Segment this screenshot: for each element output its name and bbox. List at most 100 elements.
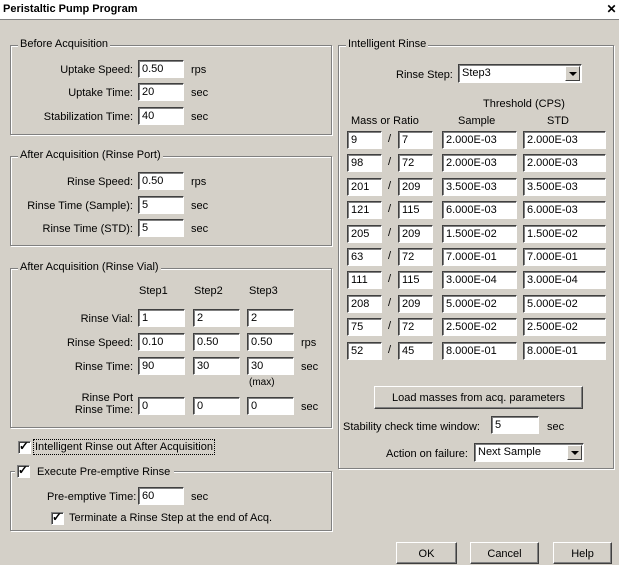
- stabilization-time-input[interactable]: 40: [138, 107, 184, 125]
- std-threshold-input[interactable]: 2.500E-02: [523, 318, 606, 336]
- sample-threshold-input[interactable]: 6.000E-03: [442, 201, 517, 219]
- sample-threshold-input[interactable]: 8.000E-01: [442, 342, 517, 360]
- mass-denominator-input[interactable]: 72: [398, 318, 433, 336]
- ratio-slash: /: [388, 180, 392, 192]
- mass-denominator-input[interactable]: 115: [398, 271, 433, 289]
- sample-threshold-input[interactable]: 3.500E-03: [442, 178, 517, 196]
- mass-denominator-input[interactable]: 72: [398, 154, 433, 172]
- mass-numerator-input[interactable]: 75: [347, 318, 382, 336]
- preemptive-time-input[interactable]: 60: [138, 487, 184, 505]
- sample-threshold-input[interactable]: 2.500E-02: [442, 318, 517, 336]
- rinse-step-value: Step3: [462, 67, 491, 79]
- mass-numerator-input[interactable]: 111: [347, 271, 382, 289]
- sample-threshold-input[interactable]: 1.500E-02: [442, 225, 517, 243]
- rinse-vial-step1-input[interactable]: 1: [138, 309, 185, 327]
- std-threshold-input[interactable]: 1.500E-02: [523, 225, 606, 243]
- vial-rinse-speed-label: Rinse Speed:: [66, 337, 133, 349]
- rinse-time-sample-input[interactable]: 5: [138, 196, 184, 214]
- step2-header: Step2: [194, 285, 223, 297]
- rinse-port-time-label-line2: Rinse Time:: [74, 404, 133, 416]
- close-icon[interactable]: ✕: [606, 2, 617, 16]
- vial-rinse-time-step3-input[interactable]: 30: [247, 357, 294, 375]
- preemptive-checkbox[interactable]: ✓: [17, 463, 30, 478]
- rinse-port-time-step3-input[interactable]: 0: [247, 397, 294, 415]
- chevron-down-icon[interactable]: [567, 445, 582, 460]
- checkmark-icon: ✓: [19, 439, 30, 453]
- vial-rinse-time-step1-input[interactable]: 90: [138, 357, 185, 375]
- mass-numerator-input[interactable]: 63: [347, 248, 382, 266]
- std-threshold-input[interactable]: 3.000E-04: [523, 271, 606, 289]
- window-title: Peristaltic Pump Program: [3, 3, 138, 15]
- stability-window-input[interactable]: 5: [491, 416, 539, 434]
- std-threshold-input[interactable]: 7.000E-01: [523, 248, 606, 266]
- mass-numerator-input[interactable]: 121: [347, 201, 382, 219]
- ratio-slash: /: [388, 156, 392, 168]
- intelligent-rinse-check-label[interactable]: Intelligent Rinse out After Acquisition: [33, 439, 215, 455]
- ratio-slash: /: [388, 203, 392, 215]
- rinse-vial-step3-input[interactable]: 2: [247, 309, 294, 327]
- preemptive-header: ✓ Execute Pre-emptive Rinse: [15, 463, 175, 479]
- vial-rinse-time-label: Rinse Time:: [74, 361, 133, 373]
- checkmark-icon: ✓: [52, 510, 63, 524]
- uptake-speed-unit: rps: [191, 64, 207, 76]
- mass-numerator-input[interactable]: 208: [347, 295, 382, 313]
- checkmark-icon: ✓: [18, 463, 29, 477]
- std-threshold-input[interactable]: 2.000E-03: [523, 154, 606, 172]
- mass-numerator-input[interactable]: 205: [347, 225, 382, 243]
- std-threshold-input[interactable]: 6.000E-03: [523, 201, 606, 219]
- std-threshold-input[interactable]: 8.000E-01: [523, 342, 606, 360]
- rinse-time-sample-label: Rinse Time (Sample):: [27, 200, 133, 212]
- ok-button[interactable]: OK: [396, 542, 457, 564]
- rinse-speed-input[interactable]: 0.50: [138, 172, 184, 190]
- std-threshold-input[interactable]: 3.500E-03: [523, 178, 606, 196]
- max-note: (max): [249, 377, 275, 388]
- mass-numerator-input[interactable]: 9: [347, 131, 382, 149]
- uptake-time-input[interactable]: 20: [138, 83, 184, 101]
- sample-header: Sample: [458, 115, 496, 127]
- vial-rinse-speed-step2-input[interactable]: 0.50: [193, 333, 240, 351]
- mass-denominator-input[interactable]: 209: [398, 178, 433, 196]
- rinse-step-select[interactable]: Step3: [458, 64, 582, 83]
- mass-numerator-input[interactable]: 52: [347, 342, 382, 360]
- vial-rinse-speed-step1-input[interactable]: 0.10: [138, 333, 185, 351]
- step1-header: Step1: [139, 285, 168, 297]
- terminate-step-checkbox[interactable]: ✓: [51, 510, 64, 525]
- preemptive-time-unit: sec: [191, 491, 209, 503]
- vial-rinse-time-step2-input[interactable]: 30: [193, 357, 240, 375]
- rinse-port-time-step1-input[interactable]: 0: [138, 397, 185, 415]
- title-bar: Peristaltic Pump Program ✕: [0, 0, 619, 20]
- ratio-slash: /: [388, 320, 392, 332]
- mass-denominator-input[interactable]: 115: [398, 201, 433, 219]
- stability-window-unit: sec: [547, 421, 565, 433]
- intelligent-rinse-checkbox[interactable]: ✓: [18, 439, 31, 454]
- load-masses-button[interactable]: Load masses from acq. parameters: [374, 386, 583, 409]
- rinse-time-std-input[interactable]: 5: [138, 219, 184, 237]
- rinse-port-time-step2-input[interactable]: 0: [193, 397, 240, 415]
- sample-threshold-input[interactable]: 3.000E-04: [442, 271, 517, 289]
- uptake-speed-input[interactable]: 0.50: [138, 60, 184, 78]
- mass-numerator-input[interactable]: 201: [347, 178, 382, 196]
- rinse-time-sample-unit: sec: [191, 200, 209, 212]
- sample-threshold-input[interactable]: 7.000E-01: [442, 248, 517, 266]
- help-button[interactable]: Help: [553, 542, 612, 564]
- std-threshold-input[interactable]: 2.000E-03: [523, 131, 606, 149]
- mass-denominator-input[interactable]: 209: [398, 225, 433, 243]
- mass-denominator-input[interactable]: 72: [398, 248, 433, 266]
- stabilization-time-unit: sec: [191, 111, 209, 123]
- preemptive-label: Execute Pre-emptive Rinse: [37, 466, 171, 478]
- mass-denominator-input[interactable]: 209: [398, 295, 433, 313]
- action-failure-select[interactable]: Next Sample: [474, 443, 584, 462]
- rinse-vial-step2-input[interactable]: 2: [193, 309, 240, 327]
- mass-denominator-input[interactable]: 7: [398, 131, 433, 149]
- sample-threshold-input[interactable]: 2.000E-03: [442, 131, 517, 149]
- cancel-button[interactable]: Cancel: [470, 542, 539, 564]
- action-failure-value: Next Sample: [478, 446, 541, 458]
- chevron-down-icon[interactable]: [565, 66, 580, 81]
- std-threshold-input[interactable]: 5.000E-02: [523, 295, 606, 313]
- vial-rinse-speed-step3-input[interactable]: 0.50: [247, 333, 294, 351]
- mass-denominator-input[interactable]: 45: [398, 342, 433, 360]
- terminate-step-label: Terminate a Rinse Step at the end of Acq…: [69, 512, 273, 524]
- sample-threshold-input[interactable]: 5.000E-02: [442, 295, 517, 313]
- sample-threshold-input[interactable]: 2.000E-03: [442, 154, 517, 172]
- mass-numerator-input[interactable]: 98: [347, 154, 382, 172]
